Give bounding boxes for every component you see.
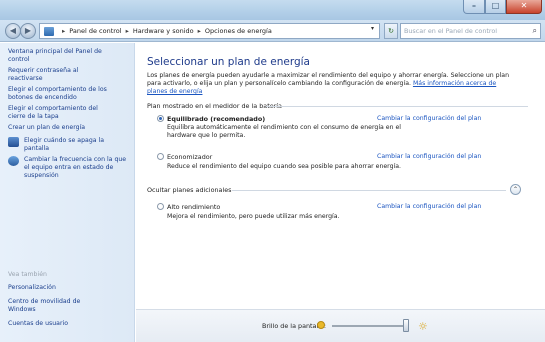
sidebar-item-lid-close[interactable]: Elegir el comportamiento del cierre de l… [8, 105, 112, 121]
minimize-icon: – [472, 1, 476, 10]
sidebar-item-control-panel-home[interactable]: Ventana principal del Panel de control [8, 48, 112, 64]
brightness-high-icon: ☼ [418, 320, 428, 333]
collapse-button[interactable]: ⌃ [510, 184, 521, 195]
sidebar-item-sleep[interactable]: Cambiar la frecuencia con la que el equi… [8, 156, 128, 180]
plan-power-saver-description: Reduce el rendimiento del equipo cuando … [167, 163, 402, 170]
plan-power-saver-radio[interactable] [157, 153, 164, 160]
breadcrumb-separator: ▸ [125, 27, 129, 35]
back-arrow-icon: ◀ [9, 26, 17, 35]
address-dropdown-icon[interactable]: ▾ [371, 25, 374, 32]
sidebar-item-label: Cambiar la frecuencia con la que el equi… [24, 156, 127, 179]
breadcrumb-control-panel[interactable]: Panel de control [69, 27, 121, 35]
plan-balanced-name[interactable]: Equilibrado (recomendado) [167, 115, 265, 123]
maximize-button[interactable]: □ [485, 0, 506, 14]
main-content: Seleccionar un plan de energía Los plane… [136, 43, 545, 342]
plan-balanced-radio[interactable] [157, 115, 164, 122]
maximize-icon: □ [491, 1, 500, 10]
page-description: Los planes de energía pueden ayudarle a … [147, 72, 517, 96]
see-also-personalization[interactable]: Personalización [8, 284, 112, 292]
title-bar: – □ ✕ [0, 0, 545, 20]
brightness-bar: Brillo de la pantalla: ☼ [136, 309, 545, 342]
back-button[interactable]: ◀ [5, 23, 21, 39]
breadcrumb-separator: ▸ [62, 27, 66, 35]
search-placeholder: Buscar en el Panel de control [404, 27, 498, 35]
plan-high-performance-radio[interactable] [157, 203, 164, 210]
plan-power-saver-change-link[interactable]: Cambiar la configuración del plan [377, 153, 481, 160]
plan-power-saver-name[interactable]: Economizador [167, 153, 212, 161]
address-bar[interactable]: ▸ Panel de control ▸ Hardware y sonido ▸… [39, 23, 380, 39]
sidebar-item-display-off[interactable]: Elegir cuándo se apaga la pantalla [8, 137, 128, 153]
refresh-button[interactable]: ↻ [384, 23, 398, 39]
sidebar: Ventana principal del Panel de control R… [0, 43, 135, 342]
close-button[interactable]: ✕ [506, 0, 542, 14]
navigation-bar: ◀ ▶ ▸ Panel de control ▸ Hardware y soni… [0, 20, 545, 42]
section-divider [266, 106, 528, 107]
plan-high-performance-description: Mejora el rendimiento, pero puede utiliz… [167, 213, 340, 220]
search-input[interactable]: Buscar en el Panel de control ⌕ [400, 23, 541, 39]
refresh-icon: ↻ [388, 27, 394, 35]
control-panel-icon [44, 26, 54, 36]
forward-arrow-icon: ▶ [24, 26, 32, 35]
monitor-icon [8, 137, 19, 147]
sidebar-item-label: Elegir cuándo se apaga la pantalla [24, 137, 105, 152]
sidebar-item-require-password[interactable]: Requerir contraseña al reactivarse [8, 67, 112, 83]
sidebar-item-create-plan[interactable]: Crear un plan de energía [8, 124, 112, 132]
minimize-button[interactable]: – [463, 0, 485, 14]
brightness-slider-thumb[interactable] [403, 319, 409, 332]
sidebar-item-power-buttons[interactable]: Elegir el comportamiento de los botones … [8, 86, 112, 102]
breadcrumb-separator: ▸ [197, 27, 201, 35]
search-icon[interactable]: ⌕ [533, 24, 537, 38]
plan-high-performance-change-link[interactable]: Cambiar la configuración del plan [377, 203, 481, 210]
plan-balanced-change-link[interactable]: Cambiar la configuración del plan [377, 115, 481, 122]
plan-high-performance-name[interactable]: Alto rendimiento [167, 203, 220, 211]
breadcrumb-power-options[interactable]: Opciones de energía [205, 27, 272, 35]
forward-button[interactable]: ▶ [20, 23, 36, 39]
see-also-mobility-center[interactable]: Centro de movilidad de Windows [8, 298, 98, 314]
plan-balanced-description: Equilibra automáticamente el rendimiento… [167, 124, 402, 139]
brightness-slider-track[interactable] [332, 325, 407, 327]
see-also-title: Vea también [8, 271, 47, 278]
page-title: Seleccionar un plan de energía [147, 56, 310, 68]
section-divider [232, 190, 506, 191]
breadcrumb-hardware-sound[interactable]: Hardware y sonido [133, 27, 194, 35]
sleep-moon-icon [8, 156, 19, 166]
close-icon: ✕ [520, 1, 528, 10]
brightness-low-icon [317, 321, 325, 329]
chevron-up-icon: ⌃ [512, 186, 519, 193]
see-also-user-accounts[interactable]: Cuentas de usuario [8, 320, 112, 328]
